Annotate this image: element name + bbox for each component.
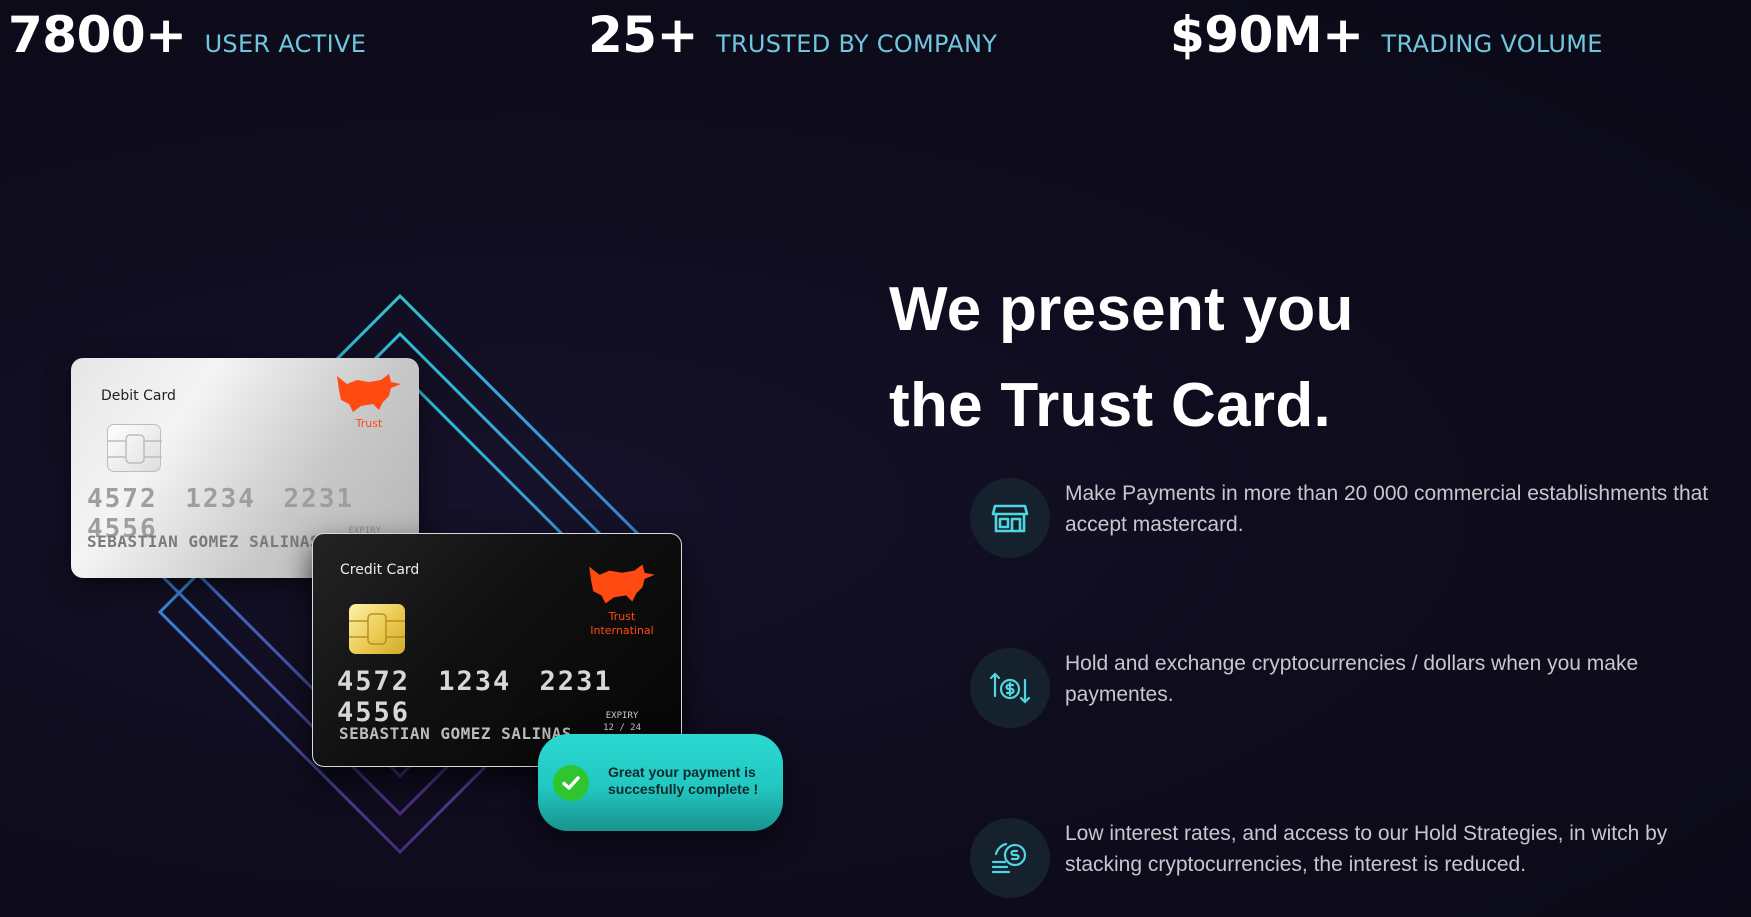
bull-icon [337, 374, 401, 412]
page-headline: We present you the Trust Card. [889, 262, 1354, 454]
headline-line-1: We present you [889, 275, 1354, 344]
feature-text: Low interest rates, and access to our Ho… [1065, 822, 1668, 876]
stat-number: $90M+ [1170, 6, 1364, 64]
expiry-label: EXPIRY [605, 711, 639, 721]
bull-icon [589, 564, 655, 604]
brand-name-line2: Internatinal [590, 624, 654, 637]
chip-icon [108, 434, 162, 464]
card-expiry: EXPIRY 12 / 24 [603, 710, 641, 734]
card-holder-name: SEBASTIAN GOMEZ SALINAS [339, 724, 573, 743]
chip-icon [349, 613, 405, 645]
brand-name-line1: Trust [608, 610, 636, 623]
coins-stack-icon [970, 818, 1050, 898]
card-chip [107, 424, 162, 472]
toast-message: Great your payment is succesfully comple… [608, 764, 773, 798]
store-icon [970, 478, 1050, 558]
credit-card: Credit Card Trust Internatinal 4572 1234… [312, 533, 682, 767]
check-icon [553, 765, 589, 801]
stat-label: TRADING VOLUME [1381, 30, 1603, 58]
expiry-value: 12 / 24 [603, 723, 641, 733]
card-type-label: Debit Card [101, 388, 176, 404]
card-holder-name: SEBASTIAN GOMEZ SALINAS [87, 532, 321, 551]
payment-success-toast: Great your payment is succesfully comple… [538, 734, 783, 831]
card-chip [349, 604, 405, 654]
card-type-label: Credit Card [340, 562, 420, 578]
trust-bull-logo: Trust [331, 370, 407, 430]
feature-text: Make Payments in more than 20 000 commer… [1065, 482, 1709, 536]
toast-line-1: Great your payment is [608, 764, 756, 780]
brand-name: Trust [355, 417, 383, 430]
toast-line-2: succesfully complete ! [608, 781, 759, 797]
trust-international-logo: Trust Internatinal [583, 560, 661, 638]
headline-line-2: the Trust Card. [889, 371, 1332, 440]
feature-text: Hold and exchange cryptocurrencies / dol… [1065, 652, 1639, 706]
stat-trading-volume: $90M+ TRADING VOLUME [1170, 6, 1603, 64]
dollar-exchange-icon [970, 648, 1050, 728]
